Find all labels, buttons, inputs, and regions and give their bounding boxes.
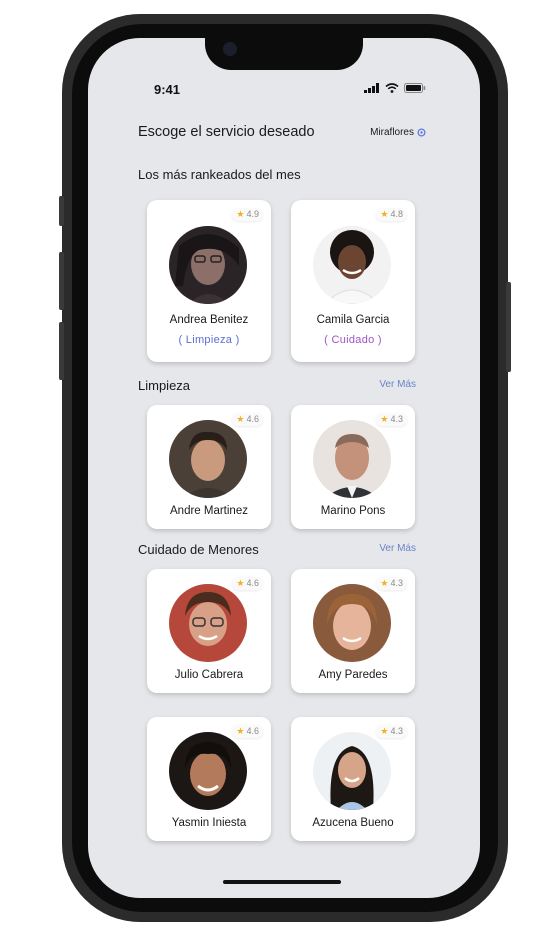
rating-badge: ★ 4.3 (376, 413, 407, 426)
star-icon: ★ (236, 209, 245, 219)
section-title-top-ranked: Los más rankeados del mes (138, 167, 301, 182)
signal-icon (364, 83, 379, 93)
rating-badge: ★ 4.3 (376, 577, 407, 590)
provider-name: Andre Martinez (170, 505, 248, 517)
star-icon: ★ (380, 209, 389, 219)
rating-value: 4.6 (246, 578, 259, 588)
avatar (313, 732, 391, 810)
location-label: Miraflores (370, 127, 414, 138)
star-icon: ★ (380, 578, 389, 588)
provider-card-azucena-bueno[interactable]: ★ 4.3 Azucena Bueno (291, 717, 415, 841)
location-selector[interactable]: Miraflores (370, 127, 426, 138)
rating-badge: ★ 4.6 (232, 577, 263, 590)
provider-card-yasmin-iniesta[interactable]: ★ 4.6 Yasmin Iniesta (147, 717, 271, 841)
status-icons (364, 83, 426, 93)
notch (205, 38, 363, 70)
rating-value: 4.6 (246, 726, 259, 736)
provider-card-julio-cabrera[interactable]: ★ 4.6 Julio Cabrera (147, 569, 271, 693)
provider-card-andre-martinez[interactable]: ★ 4.6 Andre Martinez (147, 405, 271, 529)
location-pin-icon (417, 127, 426, 137)
volume-down-button (59, 322, 64, 380)
provider-name: Camila Garcia (316, 314, 390, 326)
provider-name: Azucena Bueno (312, 817, 394, 829)
silent-switch (59, 196, 64, 226)
avatar (169, 584, 247, 662)
status-time: 9:41 (154, 82, 181, 97)
star-icon: ★ (236, 578, 245, 588)
service-tag: ( Cuidado ) (324, 334, 382, 346)
rating-value: 4.3 (390, 578, 403, 588)
page-title: Escoge el servicio deseado (138, 124, 315, 140)
see-more-limpieza-link[interactable]: Ver Más (379, 379, 416, 390)
provider-name: Yasmin Iniesta (171, 817, 247, 829)
star-icon: ★ (236, 726, 245, 736)
star-icon: ★ (380, 726, 389, 736)
section-title-cuidado-menores: Cuidado de Menores (138, 542, 259, 557)
rating-value: 4.8 (390, 209, 403, 219)
avatar (313, 420, 391, 498)
rating-value: 4.3 (390, 414, 403, 424)
provider-card-andrea-benitez[interactable]: ★ 4.9 Andrea Benitez ( Limpieza ) (147, 200, 271, 362)
provider-name: Andrea Benitez (169, 314, 249, 326)
section-title-limpieza: Limpieza (138, 378, 191, 393)
star-icon: ★ (380, 414, 389, 424)
see-more-cuidado-link[interactable]: Ver Más (379, 543, 416, 554)
wifi-icon (385, 83, 399, 93)
rating-badge: ★ 4.6 (232, 413, 263, 426)
power-button (506, 282, 511, 372)
avatar (169, 226, 247, 304)
avatar (313, 584, 391, 662)
star-icon: ★ (236, 414, 245, 424)
rating-value: 4.3 (390, 726, 403, 736)
rating-badge: ★ 4.3 (376, 725, 407, 738)
provider-card-camila-garcia[interactable]: ★ 4.8 Camila Garcia ( Cuidado ) (291, 200, 415, 362)
avatar (169, 420, 247, 498)
front-camera-icon (223, 42, 237, 56)
avatar (169, 732, 247, 810)
provider-name: Amy Paredes (318, 669, 388, 681)
battery-icon (404, 83, 426, 93)
provider-card-amy-paredes[interactable]: ★ 4.3 Amy Paredes (291, 569, 415, 693)
service-tag: ( Limpieza ) (178, 334, 240, 346)
rating-badge: ★ 4.6 (232, 725, 263, 738)
volume-up-button (59, 252, 64, 310)
rating-value: 4.6 (246, 414, 259, 424)
provider-card-marino-pons[interactable]: ★ 4.3 Marino Pons (291, 405, 415, 529)
home-indicator[interactable] (223, 880, 341, 884)
avatar (313, 226, 391, 304)
provider-name: Julio Cabrera (174, 669, 244, 681)
app-screen: 9:41 Escoge el servicio deseado Miraflor… (88, 38, 480, 898)
rating-badge: ★ 4.8 (376, 208, 407, 221)
provider-name: Marino Pons (320, 505, 386, 517)
rating-badge: ★ 4.9 (232, 208, 263, 221)
rating-value: 4.9 (246, 209, 259, 219)
